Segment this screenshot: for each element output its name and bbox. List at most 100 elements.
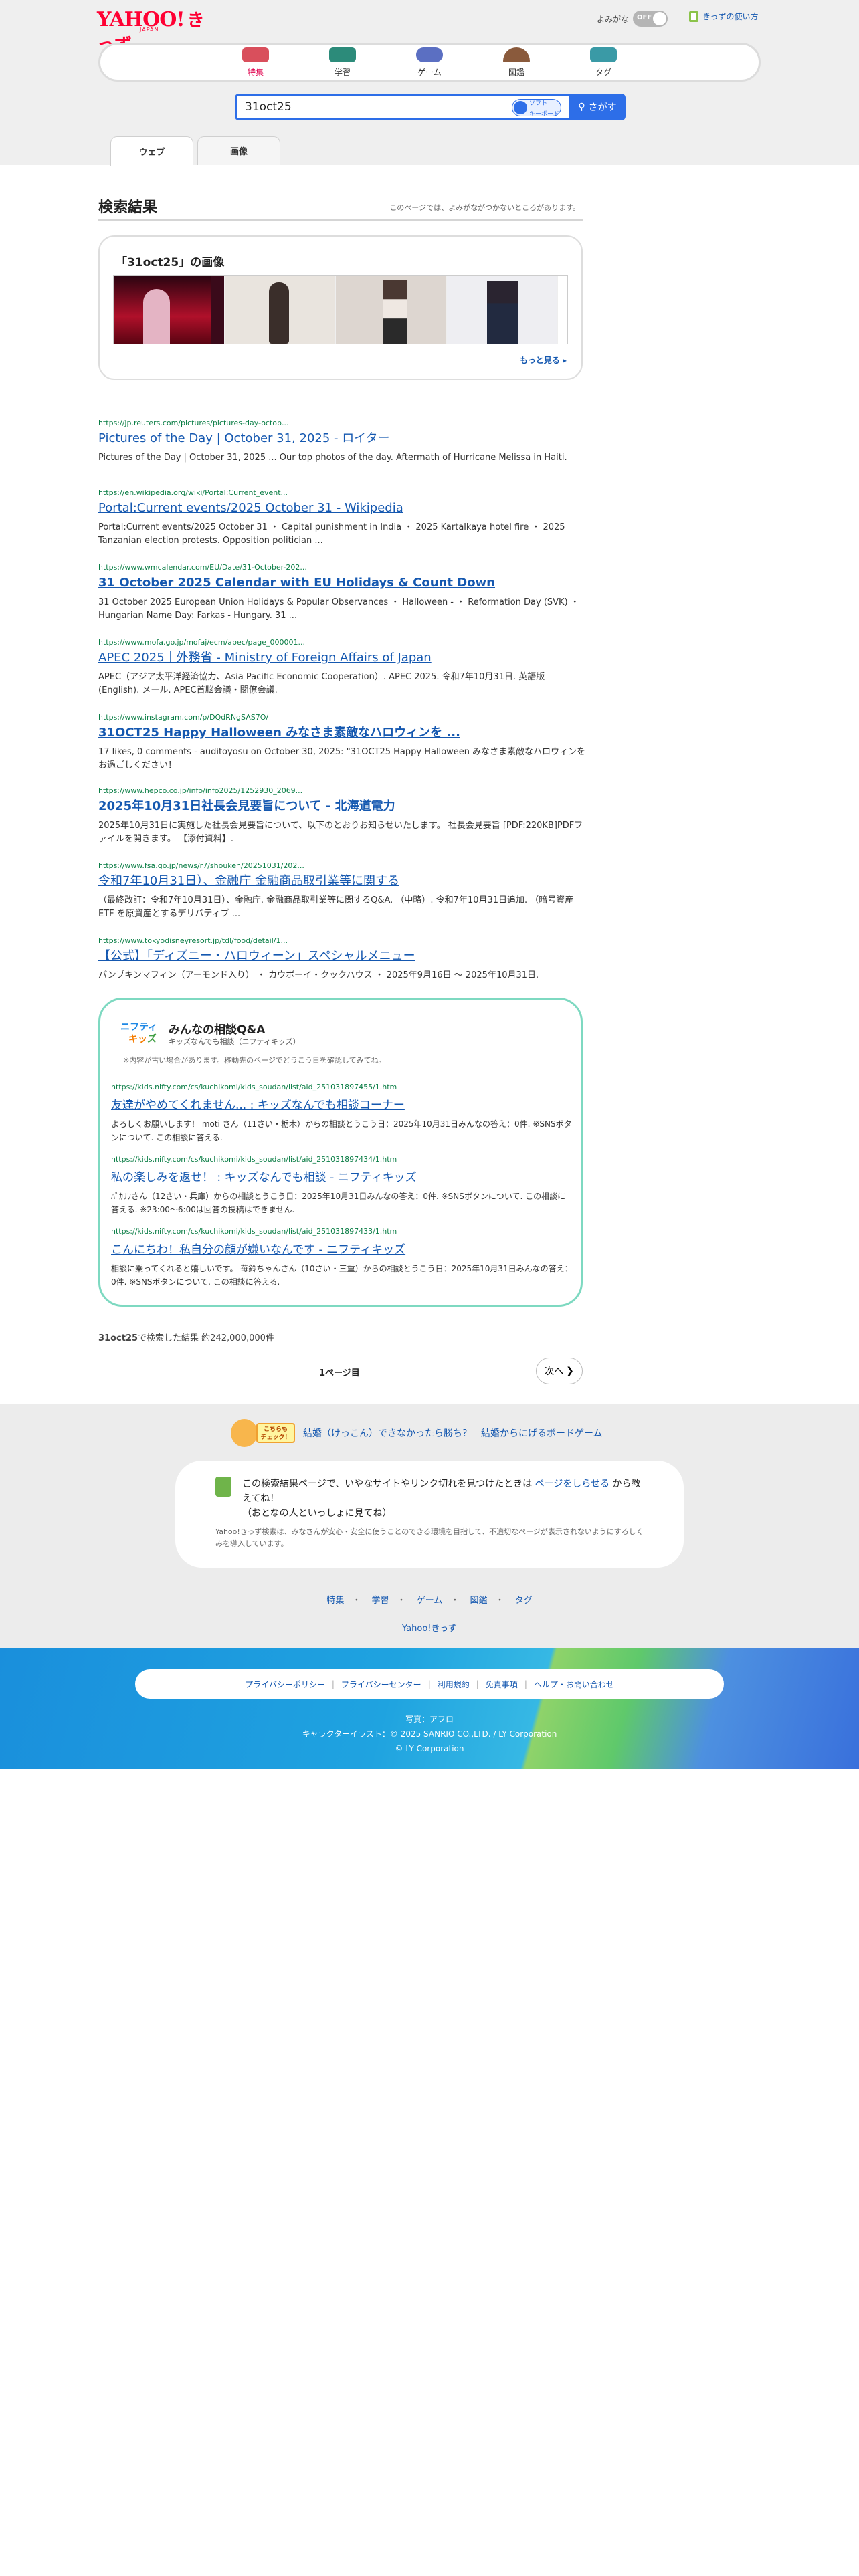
privacy-center-link[interactable]: プライバシーセンター — [341, 1679, 421, 1690]
qa-item-snippet: よろしくお願いします！ moti さん（11さい・栃木）からの相談とうこう日：2… — [111, 1119, 572, 1142]
qa-subtitle: キッズなんでも相談（ニフティキッズ） — [169, 1037, 300, 1046]
pagination: 1ページ目 次へ ❯ — [98, 1358, 583, 1384]
search-result: https://www.fsa.go.jp/news/r7/shouken/20… — [98, 861, 587, 921]
search-result: https://www.hepco.co.jp/info/info2025/12… — [98, 786, 587, 846]
image-thumb[interactable] — [225, 276, 336, 344]
next-page-button[interactable]: 次へ ❯ — [536, 1358, 583, 1384]
category-gakushu[interactable]: 学習 — [319, 47, 366, 78]
disclaimer-link[interactable]: 免責事項 — [486, 1679, 518, 1690]
tab-images[interactable]: 画像 — [197, 136, 280, 165]
tab-web[interactable]: ウェブ — [110, 136, 193, 166]
search-result: https://jp.reuters.com/pictures/pictures… — [98, 419, 587, 465]
promo-badge-line-2: チェック！ — [260, 1434, 291, 1441]
image-thumb[interactable] — [336, 276, 447, 344]
privacy-policy-link[interactable]: プライバシーポリシー — [245, 1679, 325, 1690]
footer-nav: 特集・ 学習・ ゲーム・ 図鑑・ タグ — [0, 1593, 859, 1606]
footer-link-tag[interactable]: タグ — [515, 1596, 533, 1606]
result-url: https://www.hepco.co.jp/info/info2025/12… — [98, 786, 303, 795]
footer-link-game[interactable]: ゲーム — [417, 1596, 443, 1606]
result-title-link[interactable]: 31OCT25 Happy Halloween みなさま素敵なハロウィンを ..… — [98, 726, 587, 740]
more-images-label: もっと見る — [519, 356, 560, 365]
result-tabs: ウェブ 画像 — [110, 136, 280, 166]
result-url: https://www.fsa.go.jp/news/r7/shouken/20… — [98, 861, 304, 870]
qa-item-url: https://kids.nifty.com/cs/kuchikomi/kids… — [111, 1083, 397, 1091]
qa-item: https://kids.nifty.com/cs/kuchikomi/kids… — [111, 1083, 573, 1144]
result-snippet: Portal:Current events/2025 October 31 ・ … — [98, 522, 565, 546]
results-note: このページでは、よみがながつかないところがあります。 — [389, 203, 580, 212]
result-url: https://www.instagram.com/p/DQdRNgSAS7O/ — [98, 713, 269, 722]
howto-link[interactable]: きっずの使い方 — [689, 11, 759, 22]
result-snippet: 31 October 2025 European Union Holidays … — [98, 597, 579, 621]
result-url: https://www.mofa.go.jp/mofaj/ecm/apec/pa… — [98, 638, 305, 647]
image-thumb[interactable] — [114, 276, 225, 344]
result-snippet: 17 likes, 0 comments - auditoyosu on Oct… — [98, 747, 586, 770]
terms-link[interactable]: 利用規約 — [438, 1679, 470, 1690]
image-strip — [113, 275, 568, 344]
category-game[interactable]: ゲーム — [406, 47, 453, 78]
book-icon — [689, 11, 698, 22]
category-label: 学習 — [334, 67, 351, 77]
qa-item-title-link[interactable]: 私の楽しみを返せ！ : キッズなんでも相談 - ニフティキッズ — [111, 1168, 573, 1184]
soft-keyboard-button[interactable]: ソフト キーボード — [512, 99, 561, 118]
toggle-state-text: OFF — [637, 14, 652, 21]
separator: ・ — [352, 1596, 361, 1606]
category-label: 特集 — [247, 67, 264, 77]
qa-item: https://kids.nifty.com/cs/kuchikomi/kids… — [111, 1155, 573, 1216]
search-button[interactable]: ⚲ さがす — [569, 94, 626, 120]
current-page-label: 1ページ目 — [319, 1368, 360, 1378]
more-images-link[interactable]: もっと見る ▸ — [520, 354, 567, 366]
promo-badge-label: こちらも チェック！ — [256, 1423, 295, 1443]
separator: ・ — [495, 1596, 504, 1606]
search-result: https://www.mofa.go.jp/mofaj/ecm/apec/pa… — [98, 638, 587, 697]
howto-link-text[interactable]: きっずの使い方 — [702, 11, 759, 22]
result-title-link[interactable]: 31 October 2025 Calendar with EU Holiday… — [98, 576, 587, 591]
footer-home-link[interactable]: Yahoo!きっず — [402, 1624, 457, 1634]
result-title-link[interactable]: 令和7年10月31日）、金融庁 金融商品取引業等に関する — [98, 874, 587, 889]
yomigana-label: よみがな — [597, 14, 630, 24]
qa-item-url: https://kids.nifty.com/cs/kuchikomi/kids… — [111, 1155, 397, 1164]
qa-item-title-link[interactable]: 友達がやめてくれません... : キッズなんでも相談コーナー — [111, 1095, 573, 1112]
search-result: https://en.wikipedia.org/wiki/Portal:Cur… — [98, 488, 587, 548]
yomigana-toggle[interactable]: OFF — [633, 11, 668, 27]
result-url: https://en.wikipedia.org/wiki/Portal:Cur… — [98, 488, 288, 497]
promo-link[interactable]: 結婚（けっこん）できなかったら勝ち？ 結婚からにげるボードゲーム — [303, 1426, 603, 1440]
yomigana-control: よみがな OFF — [597, 11, 668, 27]
image-results-box: 「31oct25」の画像 もっと見る ▸ — [98, 235, 583, 380]
promo-badge-line-1: こちらも — [263, 1426, 288, 1433]
help-contact-link[interactable]: ヘルプ・お問い合わせ — [534, 1679, 614, 1690]
result-title-link[interactable]: 【公式】「ディズニー・ハロウィーン」スペシャルメニュー — [98, 949, 587, 964]
report-icon — [215, 1477, 231, 1497]
report-page-link[interactable]: ページをしらせる — [535, 1479, 609, 1489]
category-zukan[interactable]: 図鑑 — [493, 47, 540, 78]
footer-link-zukan[interactable]: 図鑑 — [470, 1596, 487, 1606]
result-title-link[interactable]: APEC 2025｜外務省 - Ministry of Foreign Affa… — [98, 651, 587, 665]
footer-link-tokushu[interactable]: 特集 — [326, 1596, 344, 1606]
gakushu-icon — [329, 47, 356, 62]
zukan-icon — [503, 47, 530, 62]
result-title-link[interactable]: 2025年10月31日社長会見要旨について - 北海道電力 — [98, 799, 587, 814]
result-snippet: 2025年10月31日に実施した社長会見要旨について、以下のとおりお知らせいたし… — [98, 821, 583, 844]
toggle-knob — [653, 12, 667, 25]
result-title-link[interactable]: Portal:Current events/2025 October 31 - … — [98, 501, 587, 516]
footer-link-gakushu[interactable]: 学習 — [372, 1596, 389, 1606]
qa-title: みんなの相談Q&A — [169, 1023, 266, 1037]
result-title-link[interactable]: Pictures of the Day | October 31, 2025 -… — [98, 431, 587, 446]
result-count-query: 31oct25 — [98, 1333, 138, 1344]
credit-copyright: © LY Corporation — [395, 1744, 464, 1753]
results-title: 検索結果 — [98, 199, 158, 216]
next-page-label: 次へ — [545, 1366, 564, 1377]
separator: ・ — [397, 1596, 406, 1606]
result-snippet: パンプキンマフィン（アーモンド入り） ・ カウボーイ・クックハウス ・ 2025… — [98, 970, 539, 980]
keyboard-label-1: ソフト — [529, 100, 548, 107]
result-count: 31oct25で検索した結果 約242,000,000件 — [98, 1331, 274, 1344]
yahoo-kids-logo[interactable]: YAHOO!きっず JAPAN — [97, 7, 217, 56]
category-nav: 特集 学習 ゲーム 図鑑 タグ — [98, 43, 761, 82]
result-url: https://www.tokyodisneyresort.jp/tdl/foo… — [98, 936, 288, 945]
credit-photo: 写真：アフロ — [405, 1715, 454, 1724]
category-tokushu[interactable]: 特集 — [232, 47, 279, 78]
category-tag[interactable]: タグ — [580, 47, 627, 78]
qa-item-title-link[interactable]: こんにちわ！私自分の顔が嫌いなんです - ニフティキッズ — [111, 1240, 573, 1257]
result-snippet: Pictures of the Day | October 31, 2025 .… — [98, 453, 567, 463]
image-thumb[interactable] — [447, 276, 558, 344]
qa-item-snippet: ﾊﾞｶﾘﾌさん（12さい・兵庫）からの相談とうこう日：2025年10月31日みん… — [111, 1192, 566, 1214]
